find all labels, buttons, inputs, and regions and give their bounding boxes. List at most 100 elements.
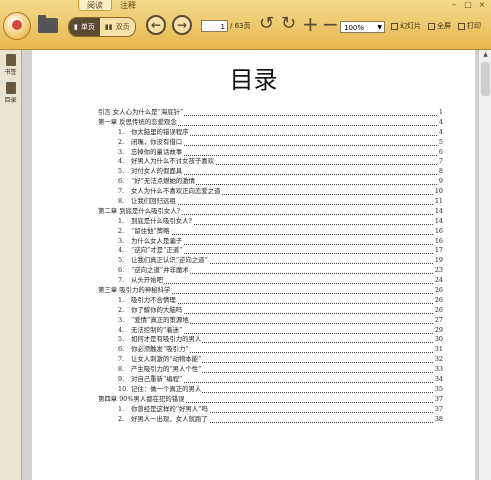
toc-entry-title: 到底是什么吸引女人?	[131, 216, 193, 227]
chevron-down-icon: ▼	[377, 24, 382, 31]
toc-leader-dots	[141, 302, 437, 304]
toc-leader-dots	[141, 382, 437, 384]
toc-entry-number: 3.	[118, 236, 125, 245]
toc-entry[interactable]: 第一章 反思传统的恋爱观念 4	[98, 117, 443, 128]
toc-entry[interactable]: 引言 女人心为什么是“海底针” 1	[98, 108, 443, 118]
toc-entry[interactable]: 2. “留住他”策略 16	[98, 226, 443, 237]
toc-entry-page: 4	[437, 117, 443, 128]
toc-entry[interactable]: 6. “好”无法点燃她的激情 9	[98, 177, 443, 188]
toc-entry-number: 2.	[118, 414, 125, 423]
prev-page-button[interactable]: ←	[146, 15, 166, 35]
toc-entry[interactable]: 8. 让我们回归远祖 11	[98, 197, 443, 207]
toc-entry-number: 4.	[118, 157, 125, 166]
minimize-icon[interactable]: –	[449, 1, 459, 9]
toc-entry[interactable]: 5. 对付女人的假面具 8	[98, 167, 443, 178]
fullscreen-icon	[428, 22, 435, 30]
toc-entry[interactable]: 3. “爱情”真正的策源地 27	[98, 315, 443, 326]
toc-entry[interactable]: 7. 让女人刺激的“动物本能” 32	[98, 355, 443, 366]
toc-entry-number: 3.	[118, 315, 125, 324]
toc-entry[interactable]: 6. “逆向之道”并非魔术 23	[98, 266, 443, 277]
page-mode-toggle: ▮ 单页 ▮▮ 双页	[68, 17, 136, 37]
toc-entry-page: 27	[433, 315, 443, 326]
slideshow-icon	[391, 22, 398, 30]
toc-entry[interactable]: 6. 你必须触发“吸引力” 31	[98, 345, 443, 356]
toc-icon	[5, 82, 16, 94]
slideshow-label: 幻灯片	[400, 22, 421, 30]
mode-tabs: 阅读 注释	[78, 0, 144, 11]
toc-entry[interactable]: 4. “逆向”才是“正道” 17	[98, 246, 443, 257]
toc-entry[interactable]: 5. 让我们真正认识“逆向之道” 19	[98, 256, 443, 267]
toc-entry[interactable]: 1. 你曾经是这样的“好男人”吗 37	[98, 404, 443, 415]
toc-leader-dots	[141, 154, 437, 156]
fullscreen-button[interactable]: 全屏	[428, 21, 451, 31]
close-icon[interactable]: ×	[477, 1, 487, 9]
zoom-out-icon[interactable]: −	[322, 14, 339, 34]
toc-entry-number: 10.	[118, 384, 129, 393]
toc-entry[interactable]: 8. 产生吸引力的“男人个性” 33	[98, 365, 443, 376]
toc-entry-number: 7.	[118, 276, 125, 285]
toc-entry-title: 你了解你的大脑吗	[131, 305, 184, 316]
toc-entry-title: 无法控制的“着迷”	[131, 325, 184, 336]
toc-entry-page: 26	[433, 286, 443, 296]
bookmark-button[interactable]: 书签	[2, 54, 19, 76]
toc-entry[interactable]: 2. 闭嘴，你没有借口 5	[98, 137, 443, 148]
slideshow-button[interactable]: 幻灯片	[391, 21, 421, 31]
toc-entry-title: 产生吸引力的“男人个性”	[131, 365, 203, 376]
double-page-label: 双页	[115, 23, 130, 31]
toc-entry[interactable]: 2. 你了解你的大脑吗 26	[98, 305, 443, 316]
toc-entry[interactable]: 7. 女人为什么不喜欢正向恋爱之道 10	[98, 187, 443, 198]
toc-entry-page: 34	[433, 375, 443, 385]
toc-entry[interactable]: 第三章 吸引力的神秘科学 26	[98, 286, 443, 296]
toc-entry[interactable]: 4. 好男人为什么不讨女孩子喜欢 7	[98, 157, 443, 168]
toc-entry-title: “留住他”策略	[131, 226, 171, 237]
toc-entry[interactable]: 9. 对自己重新“编程” 34	[98, 375, 443, 385]
double-page-button[interactable]: ▮▮ 双页	[99, 18, 135, 36]
zoom-in-icon[interactable]: +	[302, 14, 319, 34]
next-page-button[interactable]: →	[172, 15, 192, 35]
toc-entry-page: 24	[433, 276, 443, 287]
toc-entry[interactable]: 1. 你大脑里的错误程序 4	[98, 127, 443, 138]
page-number-input[interactable]: 1	[201, 20, 228, 32]
open-folder-icon[interactable]	[38, 15, 58, 33]
toc-entry-title: 好男人一出现，女人就跑了	[131, 414, 209, 425]
toc-entry-page: 14	[433, 206, 443, 217]
toc-entry-number: 5.	[118, 335, 125, 344]
toc-entry[interactable]: 7. 从头开始吧 24	[98, 276, 443, 287]
toc-entry-page: 1	[437, 108, 443, 118]
toc-entry[interactable]: 第四章 90%男人都在犯的错误 37	[98, 394, 443, 405]
tab-read[interactable]: 阅读	[78, 0, 112, 11]
rotate-right-icon[interactable]: ↻	[281, 15, 296, 33]
toc-entry-title: 让我们真正认识“逆向之道”	[131, 256, 209, 267]
tab-annotate[interactable]: 注释	[112, 0, 144, 11]
zoom-select[interactable]: 100% ▼	[340, 21, 385, 33]
toc-entry-title: “好”无法点燃她的激情	[131, 177, 197, 188]
toc-entry-number: 6.	[118, 177, 125, 186]
app-logo[interactable]	[3, 12, 31, 40]
toc-entry-number: 5.	[118, 256, 125, 265]
scroll-up-icon[interactable]: ▲	[479, 50, 491, 60]
toc-entry[interactable]: 4. 无法控制的“着迷” 29	[98, 325, 443, 336]
toc-entry[interactable]: 10. 记住：做一个真正的男人 35	[98, 384, 443, 395]
toc-entry[interactable]: 1. 吸引力不合情理 26	[98, 295, 443, 306]
toc-entry-page: 17	[433, 246, 443, 257]
toc-entry[interactable]: 2. 好男人一出现，女人就跑了 38	[98, 414, 443, 425]
toc-button[interactable]: 目录	[2, 82, 19, 104]
vertical-scrollbar[interactable]: ▲	[478, 50, 491, 480]
toc-entry[interactable]: 3. 忘掉你的童话故事 6	[98, 147, 443, 158]
single-page-button[interactable]: ▮ 单页	[69, 18, 100, 36]
rotate-left-icon[interactable]: ↺	[259, 15, 274, 33]
scroll-thumb[interactable]	[481, 62, 490, 96]
toc-entry[interactable]: 1. 到底是什么吸引女人? 14	[98, 216, 443, 227]
toc-entry-title: 你必须触发“吸引力”	[131, 345, 190, 356]
print-button[interactable]: 打印	[458, 21, 481, 31]
toc-entry[interactable]: 第二章 到底是什么吸引女人? 14	[98, 206, 443, 217]
document-page: 目录 引言 女人心为什么是“海底针” 1 第一章 反思传统的恋爱观念 4 1. 你大脑里的…	[32, 50, 475, 480]
toc-leader-dots	[141, 144, 437, 146]
fullscreen-label: 全屏	[437, 22, 451, 30]
side-panel: 书签 目录	[0, 50, 22, 480]
toc-entry[interactable]: 3. 为什么女人是骗子 16	[98, 236, 443, 247]
toc-entry-page: 7	[437, 157, 443, 168]
toc-entry[interactable]: 5. 如何才是有吸引力的男人 30	[98, 335, 443, 346]
maximize-icon[interactable]: □	[463, 1, 473, 9]
toc-entry-page: 35	[433, 384, 443, 395]
